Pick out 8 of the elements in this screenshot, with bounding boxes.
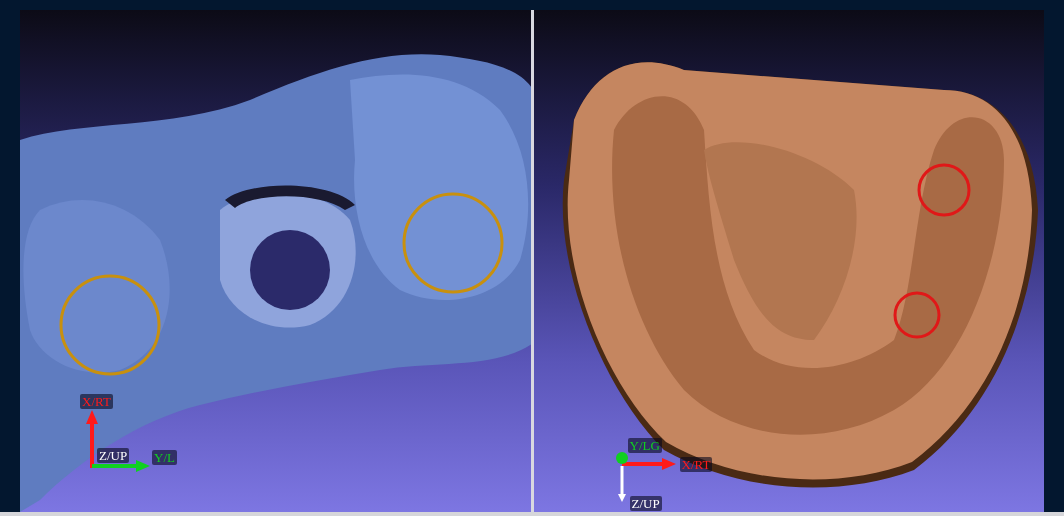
axis-label: Y/LG (627, 438, 662, 453)
axis-label: X/RT (679, 457, 713, 472)
axis-label: X/RT (80, 394, 113, 409)
viewport[interactable]: Y/LG X/RT Z/UP (533, 10, 1044, 512)
axis-label: Y/L (152, 450, 177, 465)
viewport[interactable]: X/RT Z/UP Y/L (20, 10, 531, 512)
axis-label: Z/UP (629, 496, 662, 511)
axis-label: Z/UP (97, 448, 130, 463)
